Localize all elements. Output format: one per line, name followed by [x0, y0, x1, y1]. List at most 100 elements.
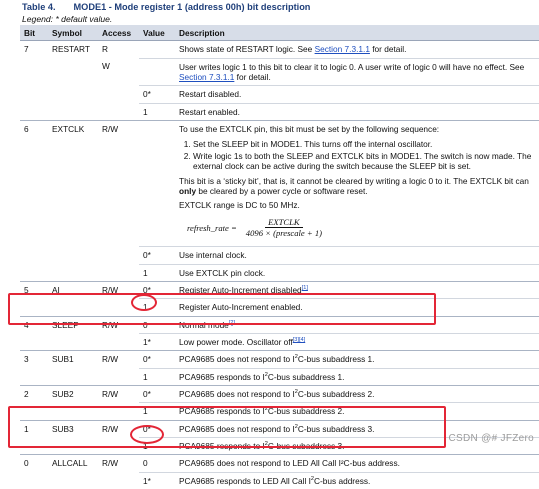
table-row: 0* Restart disabled. — [20, 85, 539, 104]
value-cell: 0* — [139, 419, 175, 438]
description-cell: Low power mode. Oscillator off[3][4] — [175, 332, 539, 351]
value-cell: 0* — [139, 246, 175, 264]
table-row: W User writes logic 1 to this bit to cle… — [20, 57, 539, 86]
table-row: 1 Use EXTCLK pin clock. — [20, 263, 539, 282]
value-cell: 0 — [139, 454, 175, 473]
description-cell: Shows state of RESTART logic. See Sectio… — [175, 40, 539, 59]
description-cell: Register Auto-Increment enabled. — [175, 298, 539, 317]
value-cell: 1 — [139, 263, 175, 282]
table-row: 5 AI R/W 0* Register Auto-Increment disa… — [20, 280, 539, 299]
value-cell: 1* — [139, 471, 175, 489]
description-cell: Restart enabled. — [175, 102, 539, 121]
footnote-link[interactable]: [1] — [302, 285, 308, 291]
bit-cell: 6 — [20, 120, 48, 247]
table-number: Table 4. — [22, 2, 56, 12]
formula-denominator: 4096 × (prescale + 1) — [245, 228, 322, 239]
header-description: Description — [175, 25, 539, 42]
access-cell: R/W — [98, 280, 139, 299]
table-row: 7 RESTART R Shows state of RESTART logic… — [20, 40, 539, 59]
table-title: MODE1 - Mode register 1 (address 00h) bi… — [73, 2, 311, 12]
bit-cell: 1 — [20, 419, 48, 438]
section-link[interactable]: Section 7.3.1.1 — [315, 44, 370, 54]
value-cell: 0* — [139, 85, 175, 104]
value-cell — [139, 120, 175, 247]
list-item: Set the SLEEP bit in MODE1. This turns o… — [193, 139, 535, 149]
table-row: 1 Register Auto-Increment enabled. — [20, 298, 539, 317]
bit-cell: 5 — [20, 280, 48, 299]
formula-lhs: refresh_rate = — [187, 222, 237, 233]
bit-cell: 3 — [20, 350, 48, 369]
table-caption: Table 4. MODE1 - Mode register 1 (address… — [22, 2, 310, 12]
access-cell: R/W — [98, 454, 139, 473]
mode1-register-table: Bit Symbol Access Value Description 7 RE… — [20, 25, 539, 489]
description-cell: Register Auto-Increment disabled[1] — [175, 280, 539, 299]
description-cell: PCA9685 responds to I2C-bus subaddress 2… — [175, 402, 539, 421]
value-cell: 0 — [139, 315, 175, 334]
access-cell: R/W — [98, 385, 139, 403]
description-cell: To use the EXTCLK pin, this bit must be … — [175, 120, 539, 247]
description-cell: PCA9685 responds to I2C-bus subaddress 1… — [175, 367, 539, 386]
header-value: Value — [139, 25, 175, 42]
description-cell: User writes logic 1 to this bit to clear… — [175, 57, 539, 86]
value-cell: 0* — [139, 385, 175, 403]
extclk-sticky-note: This bit is a ‘sticky bit’, that is, it … — [179, 175, 529, 196]
table-row: 2 SUB2 R/W 0* PCA9685 does not respond t… — [20, 385, 539, 403]
table-row: 1 PCA9685 responds to I2C-bus subaddress… — [20, 402, 539, 421]
description-cell: Use EXTCLK pin clock. — [175, 263, 539, 282]
value-cell: 1* — [139, 332, 175, 351]
description-cell: Use internal clock. — [175, 246, 539, 264]
description-cell: Restart disabled. — [175, 85, 539, 104]
list-item: Write logic 1s to both the SLEEP and EXT… — [193, 151, 535, 172]
access-cell: R/W — [98, 350, 139, 369]
formula-numerator: EXTCLK — [265, 217, 303, 229]
section-link[interactable]: Section 7.3.1.1 — [179, 72, 234, 82]
symbol-cell: EXTCLK — [48, 120, 98, 247]
header-row: Bit Symbol Access Value Description — [20, 25, 539, 42]
value-cell: 0* — [139, 350, 175, 369]
watermark: CSDN @# JFZero — [448, 433, 534, 444]
table-row: 3 SUB1 R/W 0* PCA9685 does not respond t… — [20, 350, 539, 369]
table-row: 6 EXTCLK R/W To use the EXTCLK pin, this… — [20, 120, 539, 247]
access-cell: R/W — [98, 419, 139, 438]
description-cell: PCA9685 does not respond to I2C-bus suba… — [175, 385, 539, 403]
bit-cell: 0 — [20, 454, 48, 473]
symbol-cell: SUB1 — [48, 350, 98, 369]
header-bit: Bit — [20, 25, 48, 42]
header-access: Access — [98, 25, 139, 42]
description-cell: PCA9685 does not respond to I2C-bus suba… — [175, 350, 539, 369]
table-row: 0* Use internal clock. — [20, 246, 539, 264]
symbol-cell: ALLCALL — [48, 454, 98, 473]
symbol-cell: RESTART — [48, 40, 98, 59]
formula-fraction: EXTCLK 4096 × (prescale + 1) — [243, 217, 325, 239]
bit-cell: 7 — [20, 40, 48, 59]
value-cell — [139, 40, 175, 59]
description-cell: PCA9685 responds to LED All Call I2C-bus… — [175, 471, 539, 489]
extclk-steps: Set the SLEEP bit in MODE1. This turns o… — [179, 139, 535, 172]
table-row: 4 SLEEP R/W 0 Normal mode[2] — [20, 315, 539, 334]
symbol-cell: AI — [48, 280, 98, 299]
bit-cell: 2 — [20, 385, 48, 403]
description-cell: Normal mode[2] — [175, 315, 539, 334]
value-cell: 1 — [139, 437, 175, 455]
value-cell — [139, 57, 175, 86]
bit-cell: 4 — [20, 315, 48, 334]
value-cell: 1 — [139, 367, 175, 386]
value-cell: 0* — [139, 280, 175, 299]
header-symbol: Symbol — [48, 25, 98, 42]
footnote-link[interactable]: [4] — [299, 337, 305, 343]
access-cell: R/W — [98, 120, 139, 247]
symbol-cell: SUB2 — [48, 385, 98, 403]
symbol-cell: SLEEP — [48, 315, 98, 334]
table-row: 1* Low power mode. Oscillator off[3][4] — [20, 332, 539, 351]
table-row: 1* PCA9685 responds to LED All Call I2C-… — [20, 471, 539, 489]
value-cell: 1 — [139, 102, 175, 121]
extclk-intro: To use the EXTCLK pin, this bit must be … — [179, 124, 440, 135]
access-cell: R/W — [98, 315, 139, 334]
table-row: 1 Restart enabled. — [20, 102, 539, 121]
access-cell: R — [98, 40, 139, 59]
table-row: 1 PCA9685 responds to I2C-bus subaddress… — [20, 367, 539, 386]
footnote-link[interactable]: [2] — [229, 320, 235, 326]
symbol-cell: SUB3 — [48, 419, 98, 438]
access-cell: W — [102, 61, 110, 72]
value-cell: 1 — [139, 402, 175, 421]
